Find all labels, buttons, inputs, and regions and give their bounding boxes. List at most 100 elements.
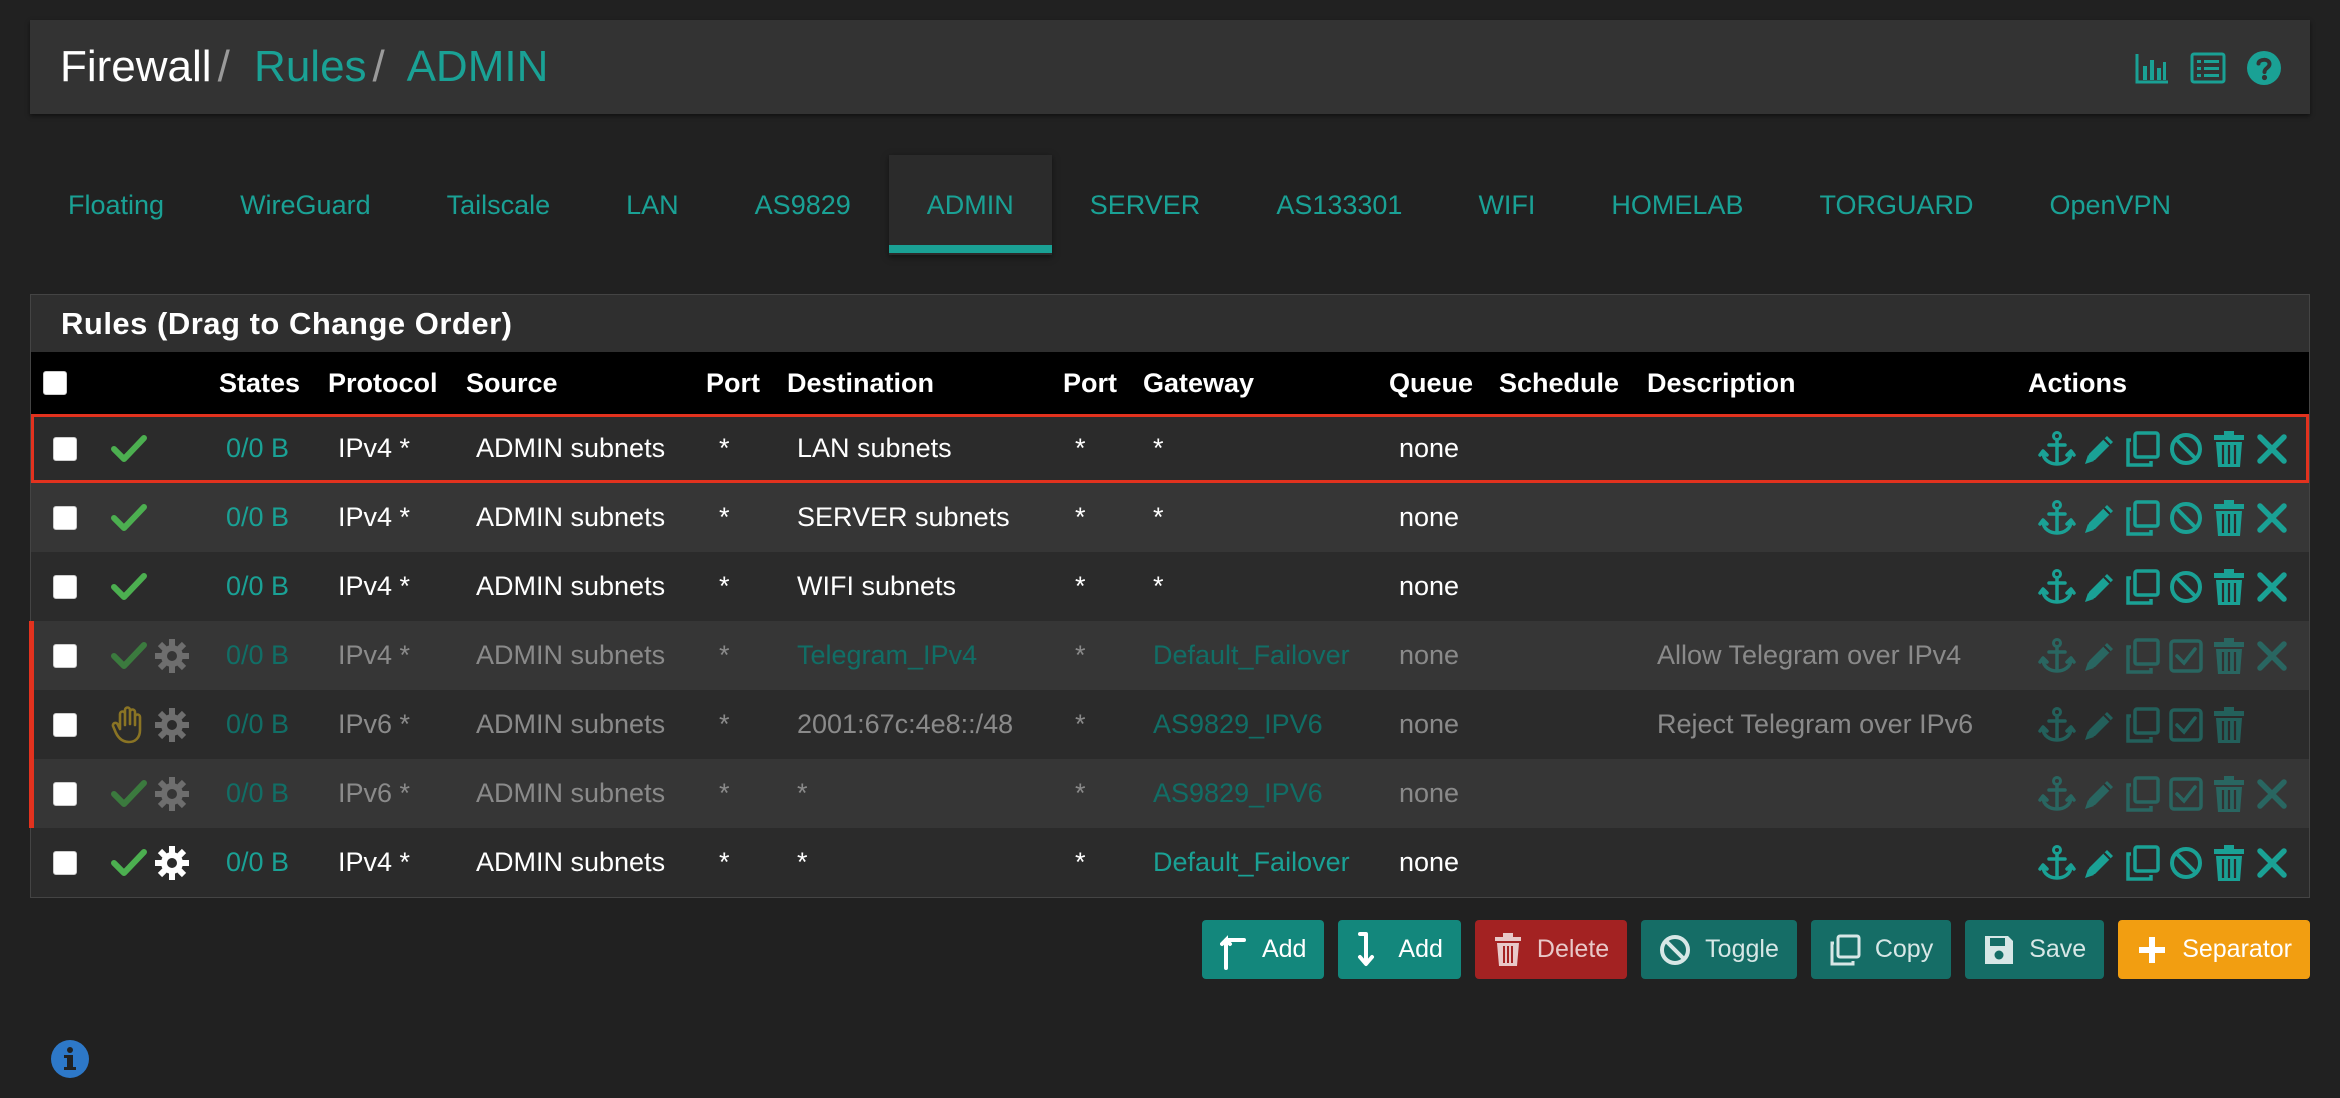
trash-icon[interactable] xyxy=(2210,637,2248,675)
edit-pencil-icon[interactable] xyxy=(2081,775,2119,813)
disable-rule-icon[interactable] xyxy=(2167,844,2205,882)
rule-row[interactable]: 0/0 B IPv6 * ADMIN subnets * 2001:67c:4e8::/… xyxy=(29,690,2309,759)
gateway-cell[interactable]: AS9829_IPV6 xyxy=(1153,690,1323,759)
save-button[interactable]: Save xyxy=(1965,920,2105,979)
copy-rule-icon[interactable] xyxy=(2124,568,2162,606)
edit-pencil-icon[interactable] xyxy=(2081,499,2119,537)
tab-server[interactable]: SERVER xyxy=(1052,155,1239,255)
chart-icon[interactable] xyxy=(2134,50,2170,86)
breadcrumb-admin-link[interactable]: ADMIN xyxy=(407,42,549,91)
add-rule-bottom-button[interactable]: Add xyxy=(1338,920,1461,979)
gateway-cell[interactable]: AS9829_IPV6 xyxy=(1153,759,1323,828)
tab-tailscale[interactable]: Tailscale xyxy=(409,155,589,255)
row-checkbox[interactable] xyxy=(53,436,77,461)
delete-rule-icon[interactable] xyxy=(2253,844,2291,882)
trash-icon[interactable] xyxy=(2210,706,2248,744)
rule-row[interactable]: 0/0 B IPv4 * ADMIN subnets * LAN subnets * * no… xyxy=(31,414,2309,483)
trash-icon[interactable] xyxy=(2210,568,2248,606)
tab-openvpn[interactable]: OpenVPN xyxy=(2011,155,2209,255)
queue-cell: none xyxy=(1399,502,1460,532)
disable-rule-icon[interactable] xyxy=(2167,499,2205,537)
anchor-icon[interactable] xyxy=(2038,706,2076,744)
copy-button[interactable]: Copy xyxy=(1810,920,1952,979)
rule-row[interactable]: 0/0 B IPv4 * ADMIN subnets * Telegram_IPv4 * D… xyxy=(29,621,2309,690)
source-cell: ADMIN subnets xyxy=(476,709,666,739)
gear-icon[interactable] xyxy=(154,759,190,828)
copy-rule-icon[interactable] xyxy=(2124,430,2162,468)
rule-row[interactable]: 0/0 B IPv4 * ADMIN subnets * WIFI subnets * * n… xyxy=(31,552,2309,621)
anchor-icon[interactable] xyxy=(2038,844,2076,882)
enable-rule-icon[interactable] xyxy=(2167,775,2205,813)
anchor-icon[interactable] xyxy=(2038,568,2076,606)
gear-icon[interactable] xyxy=(154,690,190,759)
info-icon[interactable] xyxy=(50,1039,90,1079)
trash-icon[interactable] xyxy=(2210,499,2248,537)
enable-rule-icon[interactable] xyxy=(2167,706,2205,744)
copy-rule-icon[interactable] xyxy=(2124,706,2162,744)
select-all-checkbox[interactable] xyxy=(43,371,67,395)
gateway-cell: * xyxy=(1153,433,1164,463)
row-checkbox[interactable] xyxy=(53,781,77,806)
breadcrumb-separator: / xyxy=(372,42,385,91)
copy-rule-icon[interactable] xyxy=(2124,775,2162,813)
tab-lan[interactable]: LAN xyxy=(588,155,717,255)
gateway-cell[interactable]: Default_Failover xyxy=(1153,828,1350,897)
edit-pencil-icon[interactable] xyxy=(2081,706,2119,744)
ban-icon xyxy=(1660,934,1691,965)
rule-row[interactable]: 0/0 B IPv6 * ADMIN subnets * * * AS9829_IPV6 no… xyxy=(29,759,2309,828)
queue-cell: none xyxy=(1399,571,1460,601)
anchor-icon[interactable] xyxy=(2038,637,2076,675)
delete-rule-icon[interactable] xyxy=(2253,568,2291,606)
tab-as9829[interactable]: AS9829 xyxy=(717,155,889,255)
tab-homelab[interactable]: HOMELAB xyxy=(1573,155,1781,255)
row-checkbox[interactable] xyxy=(53,712,77,737)
anchor-icon[interactable] xyxy=(2038,430,2076,468)
row-checkbox[interactable] xyxy=(53,850,77,875)
tab-as133301[interactable]: AS133301 xyxy=(1238,155,1440,255)
delete-rule-icon[interactable] xyxy=(2253,775,2291,813)
tab-wireguard[interactable]: WireGuard xyxy=(202,155,409,255)
copy-rule-icon[interactable] xyxy=(2124,499,2162,537)
destination-cell[interactable]: Telegram_IPv4 xyxy=(797,621,977,690)
delete-rule-icon[interactable] xyxy=(2253,499,2291,537)
disable-rule-icon[interactable] xyxy=(2167,430,2205,468)
row-checkbox[interactable] xyxy=(53,505,77,530)
add-separator-button[interactable]: Separator xyxy=(2118,920,2310,979)
anchor-icon[interactable] xyxy=(2038,775,2076,813)
trash-icon[interactable] xyxy=(2210,775,2248,813)
disable-rule-icon[interactable] xyxy=(2167,568,2205,606)
tab-torguard[interactable]: TORGUARD xyxy=(1781,155,2011,255)
gateway-cell[interactable]: Default_Failover xyxy=(1153,621,1350,690)
edit-pencil-icon[interactable] xyxy=(2081,637,2119,675)
delete-rule-icon[interactable] xyxy=(2253,430,2291,468)
copy-rule-icon[interactable] xyxy=(2124,844,2162,882)
breadcrumb-rules-link[interactable]: Rules xyxy=(254,42,367,91)
row-checkbox[interactable] xyxy=(53,574,77,599)
copy-icon xyxy=(1830,934,1861,965)
tab-floating[interactable]: Floating xyxy=(30,155,202,255)
trash-icon[interactable] xyxy=(2210,844,2248,882)
gear-icon[interactable] xyxy=(154,621,190,690)
enable-rule-icon[interactable] xyxy=(2167,637,2205,675)
anchor-icon[interactable] xyxy=(2038,499,2076,537)
trash-icon[interactable] xyxy=(2210,430,2248,468)
row-checkbox[interactable] xyxy=(53,643,77,668)
toggle-button[interactable]: Toggle xyxy=(1641,920,1797,979)
rule-row[interactable]: 0/0 B IPv4 * ADMIN subnets * SERVER subnets *… xyxy=(31,483,2309,552)
col-states: States xyxy=(219,367,301,398)
tab-wifi[interactable]: WIFI xyxy=(1440,155,1573,255)
edit-pencil-icon[interactable] xyxy=(2081,430,2119,468)
delete-button[interactable]: Delete xyxy=(1474,920,1628,979)
tab-admin[interactable]: ADMIN xyxy=(888,155,1052,255)
copy-rule-icon[interactable] xyxy=(2124,637,2162,675)
edit-pencil-icon[interactable] xyxy=(2081,844,2119,882)
bottom-button-bar: Add Add Delete Toggle Copy Save Separato… xyxy=(1201,920,2310,979)
rule-row[interactable]: 0/0 B IPv4 * ADMIN subnets * * * Default_Failo… xyxy=(31,828,2309,897)
gear-icon[interactable] xyxy=(154,828,190,897)
edit-pencil-icon[interactable] xyxy=(2081,568,2119,606)
list-icon[interactable] xyxy=(2190,50,2226,86)
help-icon[interactable] xyxy=(2246,50,2282,86)
add-rule-top-button[interactable]: Add xyxy=(1201,920,1325,979)
delete-rule-icon[interactable] xyxy=(2253,637,2291,675)
pass-check-icon xyxy=(111,759,147,828)
